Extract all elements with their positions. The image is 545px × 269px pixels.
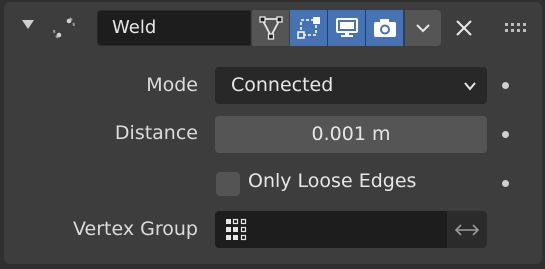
keyframe-dot-distance[interactable]	[502, 131, 509, 138]
vertex-group-label: Vertex Group	[73, 218, 198, 240]
distance-field[interactable]: 0.001 m	[215, 116, 487, 153]
vertex-group-icon	[226, 218, 247, 241]
grip-icon[interactable]	[504, 22, 528, 34]
distance-label: Distance	[114, 122, 198, 144]
mode-value: Connected	[231, 74, 334, 96]
keyframe-dot-loose-edges[interactable]	[502, 180, 509, 187]
on-cage-toggle[interactable]	[290, 10, 327, 46]
arrow-left-right-icon	[454, 223, 480, 236]
on-cage-icon	[296, 17, 320, 39]
weld-modifier-icon	[53, 17, 75, 39]
modifier-header: Weld	[4, 2, 542, 52]
mode-label: Mode	[146, 74, 198, 96]
mode-dropdown[interactable]: Connected	[215, 67, 487, 104]
edit-mode-toggle[interactable]	[252, 10, 289, 46]
close-icon	[456, 20, 472, 36]
weld-modifier-panel: Weld Mode Connected Distance 0.001 m Onl…	[4, 2, 542, 264]
edit-mode-icon	[258, 16, 283, 40]
only-loose-edges-checkbox[interactable]	[216, 172, 240, 196]
viewport-toggle[interactable]	[328, 10, 365, 46]
keyframe-dot-mode[interactable]	[502, 82, 509, 89]
only-loose-edges-label[interactable]: Only Loose Edges	[248, 170, 416, 192]
remove-modifier-button[interactable]	[450, 14, 478, 42]
vertex-group-field[interactable]	[215, 211, 447, 248]
triangle-down-icon[interactable]	[22, 20, 34, 29]
chevron-down-icon	[464, 82, 476, 91]
camera-icon	[373, 19, 396, 37]
invert-vertex-group-button[interactable]	[447, 211, 487, 248]
render-toggle[interactable]	[366, 10, 403, 46]
chevron-down-icon	[416, 24, 430, 33]
modifier-menu-button[interactable]	[405, 10, 441, 46]
monitor-icon	[335, 18, 358, 37]
modifier-name-field[interactable]: Weld	[97, 10, 251, 46]
